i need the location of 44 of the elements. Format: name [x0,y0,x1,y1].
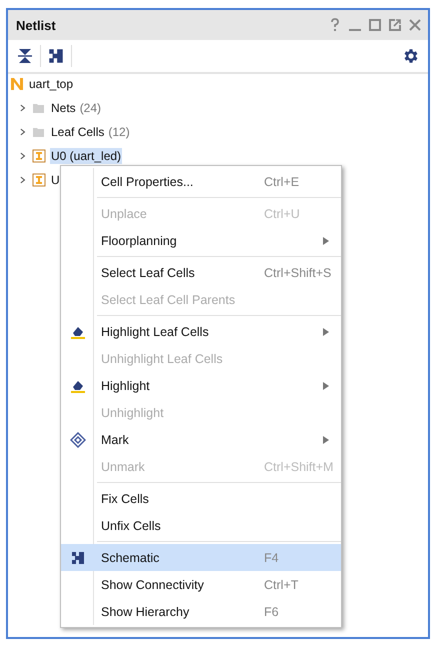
shortcut-label: Ctrl+U [264,206,300,220]
cell-icon [32,149,46,163]
menu-item[interactable]: Fix Cells [61,485,341,512]
shortcut-label: F4 [264,550,279,564]
folder-icon [32,125,46,139]
close-icon[interactable] [408,18,422,32]
diamond-icon [70,432,86,448]
menu-item[interactable]: Mark [61,426,341,453]
tree-item[interactable]: uart_top [28,76,74,92]
item-count: (24) [80,101,102,115]
tree-item[interactable]: Leaf Cells [50,124,106,140]
shortcut-label: F6 [264,604,279,618]
menu-item[interactable]: Floorplanning [61,227,341,254]
help-icon[interactable] [328,18,342,32]
submenu-arrow-icon [323,328,329,336]
submenu-arrow-icon [323,436,329,444]
menu-item[interactable]: Show Hierarchy F6 [61,598,341,625]
settings-icon[interactable] [402,47,420,65]
item-count: (12) [108,125,130,139]
netlist-icon [10,77,24,91]
collapse-all-icon[interactable] [16,47,34,65]
menu-item[interactable]: Highlight [61,372,341,399]
float-icon[interactable] [388,18,402,32]
submenu-arrow-icon [323,236,329,244]
tree-item[interactable]: U0 (uart_led) [50,148,122,164]
submenu-arrow-icon [323,382,329,390]
menu-item[interactable]: Select Leaf Cells Ctrl+Shift+S [61,259,341,286]
menu-item[interactable]: Schematic F4 [61,544,341,571]
menu-item[interactable]: Cell Properties... Ctrl+E [61,168,341,195]
shortcut-label: Ctrl+Shift+M [264,460,334,474]
menu-item[interactable]: Show Connectivity Ctrl+T [61,571,341,598]
shortcut-label: Ctrl+T [264,578,298,592]
shortcut-label: Ctrl+E [264,174,300,188]
folder-icon [32,101,46,115]
cell-icon [32,173,46,187]
menu-item[interactable]: Highlight Leaf Cells [61,318,341,345]
tree-item[interactable]: Nets [50,100,77,116]
window-title: Netlist [16,18,57,32]
schematic-icon[interactable] [47,47,65,65]
tree-item[interactable]: U [50,172,61,188]
maximize-icon[interactable] [368,18,382,32]
shortcut-label: Ctrl+Shift+S [264,266,332,280]
menu-item[interactable]: Unfix Cells [61,512,341,539]
schematic-icon [70,550,86,566]
